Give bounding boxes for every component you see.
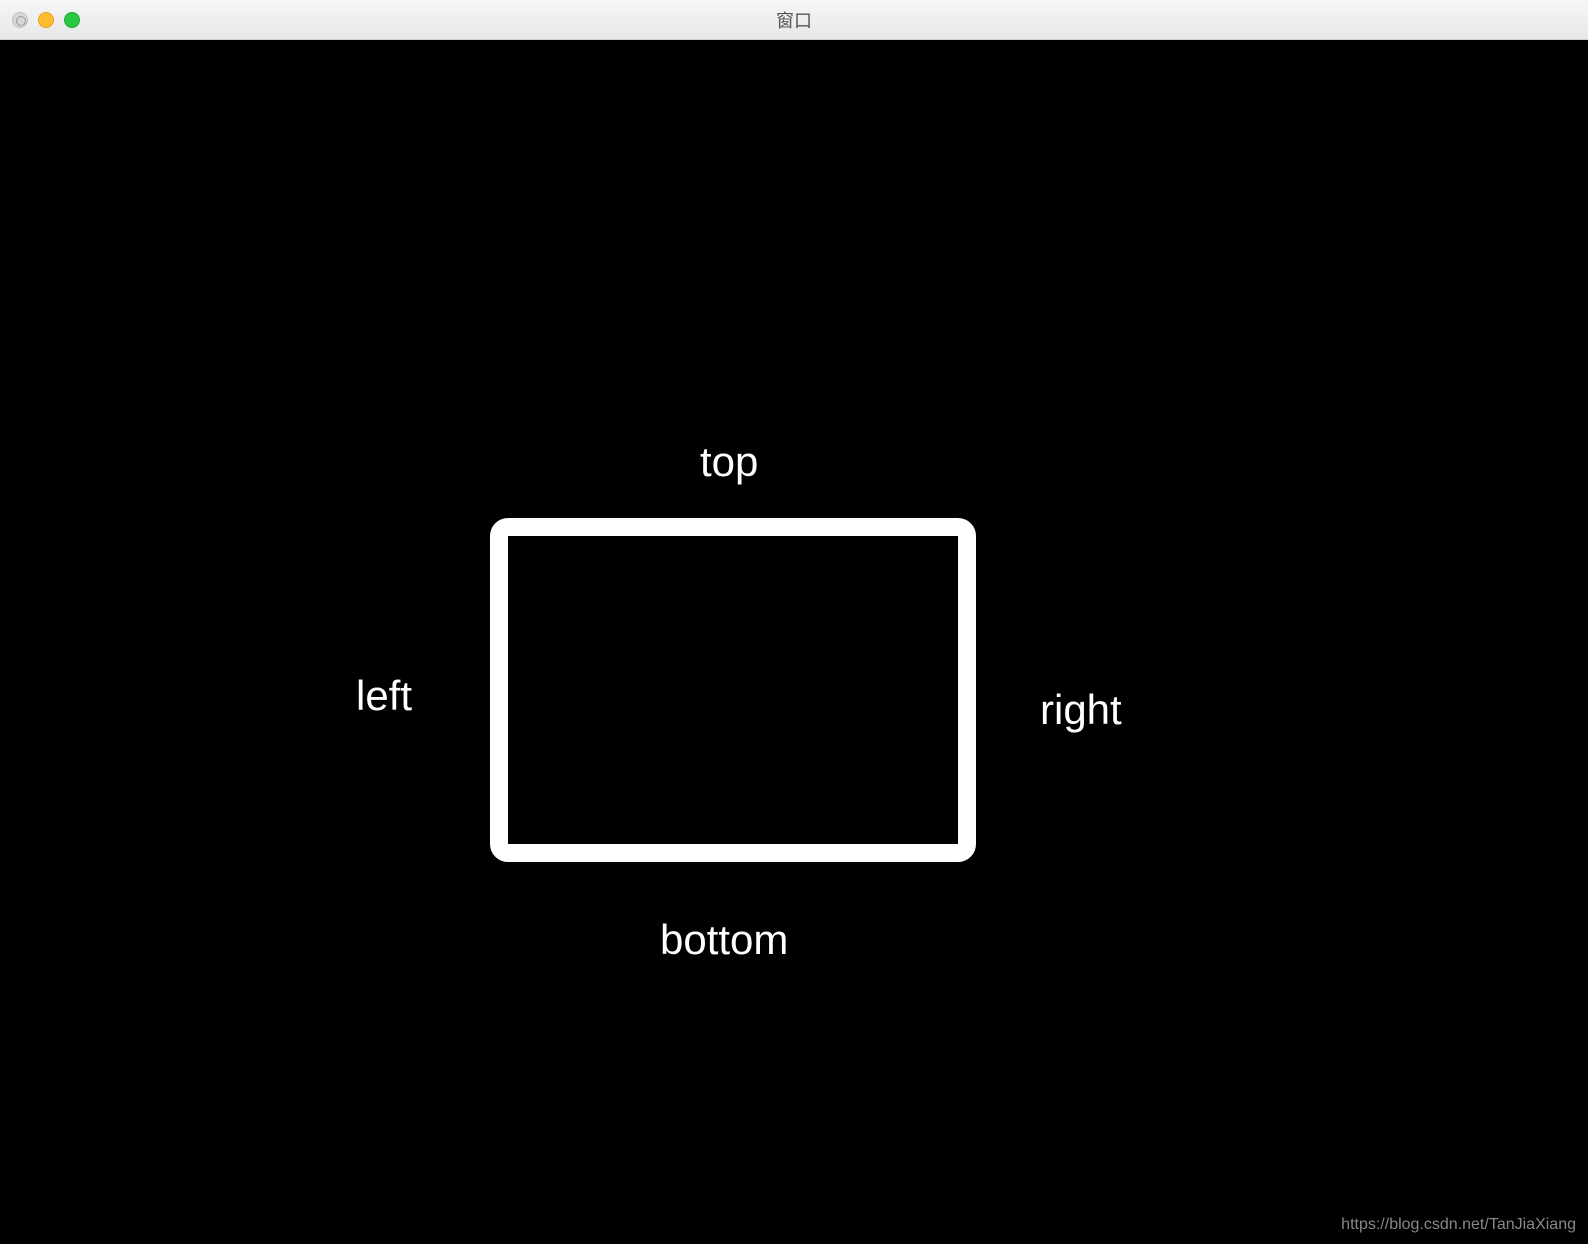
content-area: top bottom left right https://blog.csdn.… [0,40,1588,1244]
window-titlebar: 窗口 [0,0,1588,40]
label-right: right [1040,686,1122,734]
label-bottom: bottom [660,916,788,964]
watermark-text: https://blog.csdn.net/TanJiaXiang [1341,1216,1576,1234]
minimize-button[interactable] [38,12,54,28]
close-button[interactable] [12,12,28,28]
label-top: top [700,438,758,486]
window-title: 窗口 [776,7,812,33]
label-left: left [356,672,412,720]
traffic-lights [0,12,80,28]
maximize-button[interactable] [64,12,80,28]
center-rectangle [490,518,976,862]
